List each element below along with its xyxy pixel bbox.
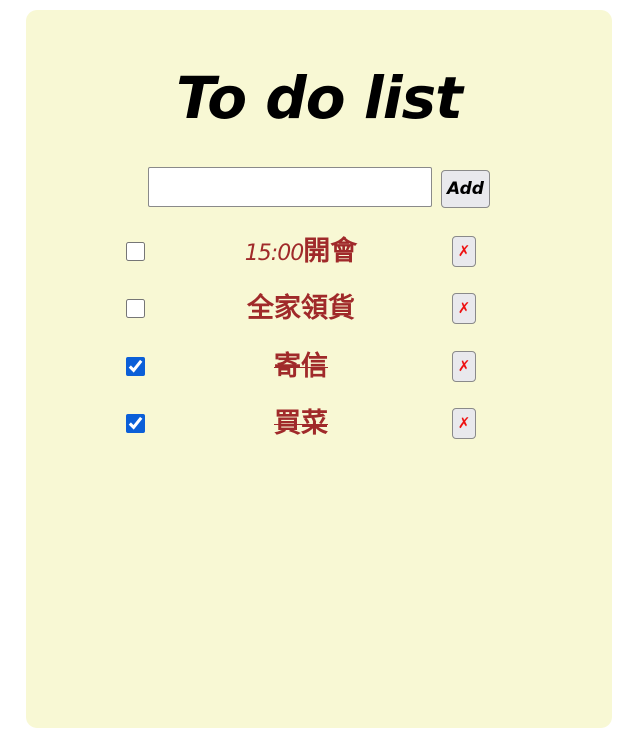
- delete-icon: ✗: [457, 299, 471, 317]
- todo-text: 15:00開會: [201, 234, 401, 272]
- todo-checkbox[interactable]: [126, 357, 145, 376]
- delete-icon: ✗: [457, 242, 471, 260]
- todo-checkbox[interactable]: [126, 242, 145, 261]
- new-todo-input[interactable]: [148, 167, 432, 207]
- delete-button[interactable]: ✗: [452, 236, 476, 267]
- delete-button[interactable]: ✗: [452, 351, 476, 382]
- todo-item: 全家領貨 ✗: [26, 289, 612, 329]
- todo-label: 開會: [303, 236, 358, 267]
- todo-text: 寄信: [201, 349, 401, 387]
- todo-label: 寄信: [274, 351, 328, 382]
- todo-time: 15:00: [244, 241, 304, 266]
- delete-button[interactable]: ✗: [452, 293, 476, 324]
- todo-card: To do list Add 15:00開會 ✗ 全家領貨 ✗ 寄信 ✗ 買菜 …: [26, 10, 612, 728]
- todo-item: 寄信 ✗: [26, 347, 612, 387]
- todo-label: 全家領貨: [247, 293, 355, 324]
- delete-button[interactable]: ✗: [452, 408, 476, 439]
- delete-icon: ✗: [457, 414, 471, 432]
- todo-item: 買菜 ✗: [26, 404, 612, 444]
- delete-icon: ✗: [457, 357, 471, 375]
- add-button[interactable]: Add: [441, 170, 490, 208]
- todo-text: 買菜: [201, 406, 401, 444]
- todo-label: 買菜: [274, 408, 328, 439]
- todo-item: 15:00開會 ✗: [26, 232, 612, 272]
- page-title: To do list: [176, 64, 463, 132]
- todo-checkbox[interactable]: [126, 299, 145, 318]
- todo-checkbox[interactable]: [126, 414, 145, 433]
- todo-text: 全家領貨: [201, 291, 401, 329]
